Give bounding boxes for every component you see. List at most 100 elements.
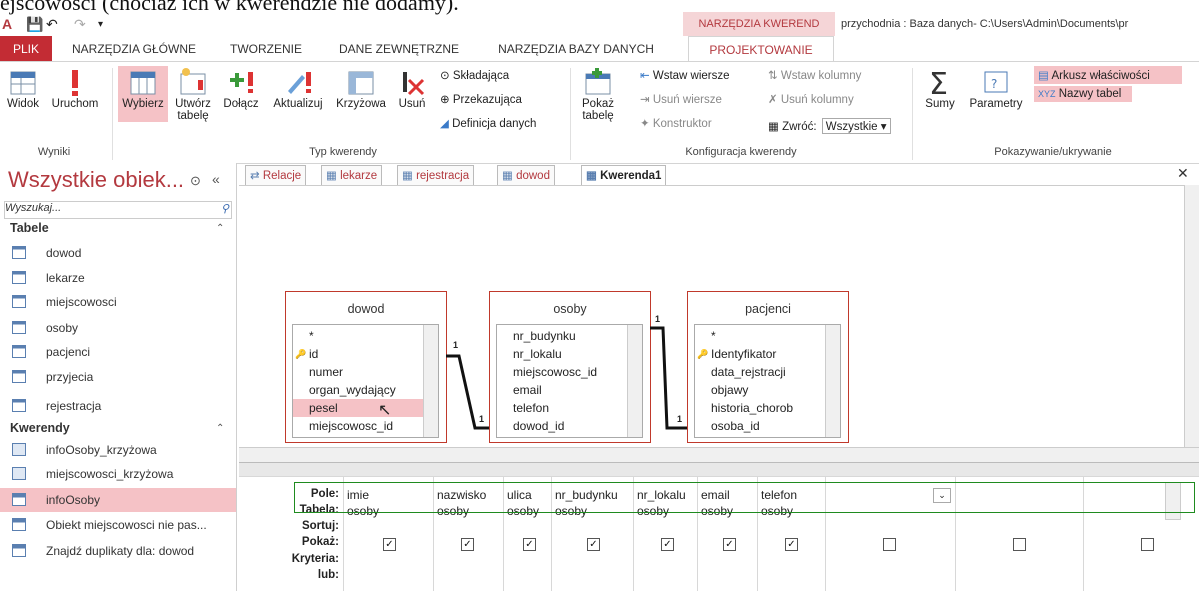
grid-show-checkbox[interactable] xyxy=(1013,538,1026,551)
arkusz-label: Arkusz właściwości xyxy=(1051,70,1150,82)
zwroc-dropdown[interactable]: Wszystkie ▾ xyxy=(821,118,891,134)
nav-table-pacjenci[interactable]: pacjenci xyxy=(0,340,236,364)
doc-tab-label: Kwerenda1 xyxy=(600,170,662,182)
nav-table-lekarze[interactable]: lekarze xyxy=(0,266,236,290)
nav-table-rejestracja[interactable]: rejestracja xyxy=(0,394,236,418)
dolacz-label: Dołącz xyxy=(223,98,259,110)
krzyzowa-button[interactable]: Krzyżowa xyxy=(332,66,390,110)
nav-query-infoosoby-krzyzowa[interactable]: infoOsoby_krzyżowa xyxy=(0,438,236,462)
doc-tab-kwerenda1[interactable]: ▦ Kwerenda1 xyxy=(581,165,667,186)
tab-plik[interactable]: PLIK xyxy=(0,36,52,62)
doc-tab-dowod[interactable]: ▦ dowod xyxy=(497,165,555,186)
delete-rows-icon: ⇥ xyxy=(640,94,650,106)
svg-text:?: ? xyxy=(991,77,997,91)
nav-menu-chevron-icon[interactable]: ⊙ xyxy=(190,173,201,189)
property-sheet-icon: ▤ xyxy=(1038,70,1049,82)
nav-query-label: infoOsoby xyxy=(46,493,101,507)
query-design-pane[interactable]: dowod * id numer organ_wydający pesel mi… xyxy=(239,185,1184,448)
grid-show-checkbox[interactable]: ✓ xyxy=(723,538,736,551)
nav-table-miejscowosci[interactable]: miejscowosci xyxy=(0,290,236,314)
access-app-icon[interactable]: A xyxy=(2,16,12,32)
dolacz-button[interactable]: Dołącz xyxy=(218,66,264,110)
customize-toolbar-icon[interactable]: ▾ xyxy=(98,19,103,30)
definicja-danych-button[interactable]: ◢ Definicja danych xyxy=(440,116,536,130)
nav-table-przyjecia[interactable]: przyjecia xyxy=(0,365,236,389)
group-pokazywanie-label: Pokazywanie/ukrywanie xyxy=(994,146,1112,158)
aktualizuj-button[interactable]: Aktualizuj xyxy=(266,66,330,110)
undo-icon[interactable]: ↶ xyxy=(46,16,58,33)
usun-button[interactable]: Usuń xyxy=(392,66,432,110)
grid-show-checkbox[interactable]: ✓ xyxy=(661,538,674,551)
globe-icon: ⊕ xyxy=(440,94,450,106)
arkusz-wlasciwosci-button[interactable]: ▤ Arkusz właściwości xyxy=(1034,66,1182,84)
nav-table-label: miejscowosci xyxy=(46,295,117,309)
annotation-highlight-box xyxy=(294,482,1195,513)
wstaw-kolumny-button[interactable]: ⇅ Wstaw kolumny xyxy=(768,68,861,82)
grid-show-checkbox[interactable]: ✓ xyxy=(461,538,474,551)
grid-row-label-kryteria: Kryteria: xyxy=(291,553,339,565)
nav-table-label: lekarze xyxy=(46,271,85,285)
nav-table-label: dowod xyxy=(46,246,82,260)
collapse-queries-icon[interactable]: ⌃ xyxy=(216,423,224,434)
save-icon[interactable]: 💾 xyxy=(26,16,43,33)
utworz-tabele-button[interactable]: Utwórz tabelę xyxy=(170,66,216,122)
widok-button[interactable]: Widok xyxy=(0,68,46,110)
nav-section-queries[interactable]: Kwerendy xyxy=(10,421,70,435)
konstruktor-button[interactable]: ✦ Konstruktor xyxy=(640,116,712,130)
wybierz-button[interactable]: Wybierz xyxy=(118,66,168,122)
datasheet-view-icon xyxy=(10,71,36,95)
table-icon: ▦ xyxy=(326,170,337,182)
nav-query-infoosoby[interactable]: infoOsoby xyxy=(0,488,236,512)
pokaz-tabele-button[interactable]: Pokaż tabelę xyxy=(576,66,620,122)
nav-section-tables[interactable]: Tabele xyxy=(10,221,49,235)
pokaz-label-1: Pokaż xyxy=(582,98,614,110)
usun-wiersze-button[interactable]: ⇥ Usuń wiersze xyxy=(640,92,722,106)
doc-tab-lekarze[interactable]: ▦ lekarze xyxy=(321,165,383,186)
doc-tab-rejestracja[interactable]: ▦ rejestracja xyxy=(397,165,475,186)
select-query-icon xyxy=(12,544,26,557)
redo-icon[interactable]: ↷ xyxy=(74,16,86,33)
grid-show-checkbox[interactable] xyxy=(1141,538,1154,551)
quick-access-toolbar: A 💾 ↶ ↷ ▾ xyxy=(0,15,680,35)
table-icon xyxy=(12,345,26,358)
uruchom-button[interactable]: Uruchom xyxy=(46,68,104,110)
grid-show-checkbox[interactable] xyxy=(883,538,896,551)
grid-show-checkbox[interactable]: ✓ xyxy=(523,538,536,551)
nav-query-obiekt-miejscowosci[interactable]: Obiekt miejscowosci nie pas... xyxy=(0,513,236,537)
nazwy-label: Nazwy tabel xyxy=(1058,88,1122,100)
parametry-button[interactable]: ? Parametry xyxy=(964,66,1028,110)
wstaw-wiersze-button[interactable]: ⇤ Wstaw wiersze xyxy=(640,68,730,82)
tab-tworzenie[interactable]: TWORZENIE xyxy=(212,36,320,62)
parameters-icon: ? xyxy=(984,71,1008,93)
collapse-tables-icon[interactable]: ⌃ xyxy=(216,223,224,234)
doc-tab-relacje[interactable]: ⇄ Relacje xyxy=(245,165,307,186)
tab-dane-zewnetrzne[interactable]: DANE ZEWNĘTRZNE xyxy=(328,36,470,62)
grid-show-checkbox[interactable]: ✓ xyxy=(785,538,798,551)
diagram-vertical-scrollbar[interactable] xyxy=(1184,185,1199,447)
skladajaca-button[interactable]: ⊙ Składająca xyxy=(440,68,509,82)
grid-show-checkbox[interactable]: ✓ xyxy=(383,538,396,551)
przekazujaca-button[interactable]: ⊕ Przekazująca xyxy=(440,92,522,106)
context-group-title: NARZĘDZIA KWEREND xyxy=(683,12,835,36)
tab-narzedzia-bazy-danych[interactable]: NARZĘDZIA BAZY DANYCH xyxy=(478,36,674,62)
close-icon[interactable]: ✕ xyxy=(1177,165,1189,182)
relationship-one-label: 1 xyxy=(453,340,459,350)
nav-query-znajdz-duplikaty[interactable]: Znajdź duplikaty dla: dowod xyxy=(0,539,236,563)
nav-query-miejscowosci-krzyzowa[interactable]: miejscowosci_krzyżowa xyxy=(0,462,236,486)
zwroc-label: Zwróć: xyxy=(782,121,817,133)
usun-kolumny-button[interactable]: ✗ Usuń kolumny xyxy=(768,92,854,106)
nav-search-input[interactable]: Wyszukaj... ⚲ xyxy=(4,201,232,219)
collapse-pane-icon[interactable]: « xyxy=(212,171,220,187)
diagram-horizontal-scrollbar[interactable] xyxy=(239,447,1199,463)
nav-table-osoby[interactable]: osoby xyxy=(0,316,236,340)
nav-table-dowod[interactable]: dowod xyxy=(0,241,236,265)
nav-pane-title[interactable]: Wszystkie obiek... xyxy=(8,167,184,193)
grid-show-checkbox[interactable]: ✓ xyxy=(587,538,600,551)
sumy-button[interactable]: Σ Sumy xyxy=(918,66,962,110)
relationship-one-label: 1 xyxy=(479,414,485,424)
tab-projektowanie[interactable]: PROJEKTOWANIE xyxy=(688,36,834,63)
tab-narzedzia-glowne[interactable]: NARZĘDZIA GŁÓWNE xyxy=(64,36,204,62)
grid-row-label-sortuj: Sortuj: xyxy=(301,520,339,532)
pane-splitter[interactable] xyxy=(239,462,1199,477)
nazwy-tabel-button[interactable]: XYZ Nazwy tabel xyxy=(1034,86,1132,102)
